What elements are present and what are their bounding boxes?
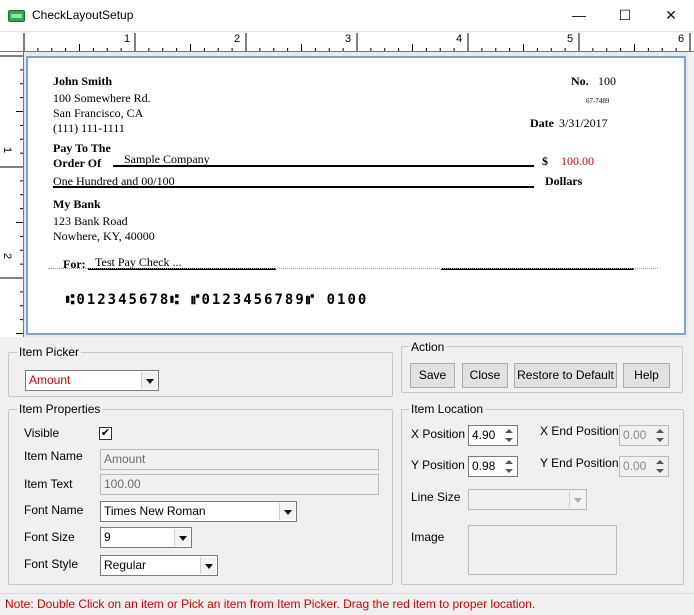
payer-address-line1[interactable]: 100 Somewhere Rd. bbox=[53, 91, 151, 106]
x-end-position-value: 0.00 bbox=[623, 428, 647, 442]
chevron-down-icon[interactable] bbox=[174, 529, 190, 546]
memo-label[interactable]: For: bbox=[63, 257, 86, 272]
item-picker-select[interactable]: Amount bbox=[25, 370, 159, 391]
x-position-value: 4.90 bbox=[472, 428, 496, 442]
spin-down-icon[interactable] bbox=[653, 467, 667, 476]
close-window-button[interactable]: ✕ bbox=[648, 0, 694, 31]
payer-phone[interactable]: (111) 111-1111 bbox=[53, 121, 125, 136]
font-name-select[interactable]: Times New Roman bbox=[100, 501, 297, 522]
check-number-value[interactable]: 100 bbox=[598, 74, 616, 89]
title-bar: CheckLayoutSetup — ☐ ✕ bbox=[0, 0, 694, 32]
micr-guide-line bbox=[48, 268, 658, 269]
item-picker-label: Item Picker bbox=[17, 345, 82, 359]
ruler-label-3: 3 bbox=[345, 33, 352, 45]
chevron-down-icon[interactable] bbox=[279, 503, 295, 520]
date-value[interactable]: 3/31/2017 bbox=[559, 116, 608, 131]
spin-up-icon[interactable] bbox=[653, 427, 667, 436]
routing-fraction[interactable]: 67-7489 bbox=[586, 97, 609, 105]
x-position-label: X Position bbox=[411, 427, 466, 441]
font-size-select[interactable]: 9 bbox=[100, 527, 192, 548]
app-icon bbox=[8, 10, 25, 22]
payer-name[interactable]: John Smith bbox=[53, 74, 112, 89]
window-title: CheckLayoutSetup bbox=[32, 8, 134, 22]
minimize-button[interactable]: — bbox=[556, 0, 602, 31]
font-style-select[interactable]: Regular bbox=[100, 555, 218, 576]
bank-address-line2[interactable]: Nowhere, KY, 40000 bbox=[53, 229, 155, 244]
vertical-ruler: 1 2 bbox=[0, 52, 24, 337]
y-position-spinner[interactable]: 0.98 bbox=[468, 456, 518, 477]
ruler-label-4: 4 bbox=[456, 33, 463, 45]
chevron-down-icon[interactable] bbox=[200, 557, 216, 574]
pay-to-label-line2[interactable]: Order Of bbox=[53, 156, 101, 171]
payee-line[interactable] bbox=[113, 165, 534, 167]
item-location-label: Item Location bbox=[409, 402, 486, 416]
y-position-label: Y Position bbox=[411, 458, 465, 472]
currency-symbol[interactable]: $ bbox=[542, 154, 548, 169]
micr-line[interactable]: ⑆012345678⑆ ⑈0123456789⑈ 0100 bbox=[66, 292, 368, 308]
status-bar: Note: Double Click on an item or Pick an… bbox=[0, 593, 694, 615]
ruler-label-1: 1 bbox=[124, 33, 131, 45]
line-size-label: Line Size bbox=[411, 490, 461, 504]
line-size-select[interactable] bbox=[468, 489, 587, 510]
item-picker-value: Amount bbox=[29, 373, 71, 387]
visible-checkbox[interactable]: ✔ bbox=[99, 427, 112, 440]
pay-to-label-line1[interactable]: Pay To The bbox=[53, 141, 111, 156]
bank-address-line1[interactable]: 123 Bank Road bbox=[53, 214, 128, 229]
bank-name[interactable]: My Bank bbox=[53, 197, 101, 212]
visible-label: Visible bbox=[24, 426, 60, 440]
image-label: Image bbox=[411, 530, 445, 544]
action-label: Action bbox=[409, 340, 447, 354]
item-text-field[interactable]: 100.00 bbox=[100, 474, 379, 495]
amount-value[interactable]: 100.00 bbox=[561, 154, 594, 169]
font-name-label: Font Name bbox=[24, 503, 84, 517]
spin-down-icon[interactable] bbox=[502, 436, 516, 445]
y-end-position-value: 0.00 bbox=[623, 459, 647, 473]
item-properties-label: Item Properties bbox=[17, 402, 103, 416]
font-style-value: Regular bbox=[104, 558, 147, 572]
check-preview[interactable]: John Smith 100 Somewhere Rd. San Francis… bbox=[26, 56, 686, 335]
amount-words-line[interactable] bbox=[53, 186, 534, 188]
ruler-label-2: 2 bbox=[234, 33, 241, 45]
restore-default-button[interactable]: Restore to Default bbox=[514, 363, 617, 388]
chevron-down-icon[interactable] bbox=[141, 372, 157, 389]
ruler-label-v1: 1 bbox=[1, 146, 14, 154]
date-label[interactable]: Date bbox=[530, 116, 554, 131]
save-button[interactable]: Save bbox=[410, 363, 455, 388]
item-name-field[interactable]: Amount bbox=[100, 449, 379, 470]
font-size-label: Font Size bbox=[24, 530, 75, 544]
spin-down-icon[interactable] bbox=[502, 467, 516, 476]
font-style-label: Font Style bbox=[24, 557, 79, 571]
y-end-position-spinner[interactable]: 0.00 bbox=[619, 456, 669, 477]
dollars-label[interactable]: Dollars bbox=[545, 174, 582, 189]
payer-address-line2[interactable]: San Francisco, CA bbox=[53, 106, 143, 121]
horizontal-ruler: 1 2 3 4 5 6 bbox=[0, 32, 694, 52]
font-size-value: 9 bbox=[104, 530, 111, 544]
status-note: Note: Double Click on an item or Pick an… bbox=[5, 597, 536, 611]
check-number-label[interactable]: No. bbox=[571, 74, 589, 89]
item-name-label: Item Name bbox=[24, 449, 83, 463]
x-end-position-label: X End Position bbox=[540, 424, 619, 438]
spin-up-icon[interactable] bbox=[502, 427, 516, 436]
x-end-position-spinner[interactable]: 0.00 bbox=[619, 425, 669, 446]
y-end-position-label: Y End Position bbox=[540, 456, 619, 470]
image-box[interactable] bbox=[468, 525, 617, 575]
y-position-value: 0.98 bbox=[472, 459, 496, 473]
ruler-label-5: 5 bbox=[567, 33, 574, 45]
spin-up-icon[interactable] bbox=[502, 458, 516, 467]
maximize-button[interactable]: ☐ bbox=[602, 0, 648, 31]
font-name-value: Times New Roman bbox=[104, 504, 206, 518]
chevron-down-icon[interactable] bbox=[569, 491, 585, 508]
ruler-label-v2: 2 bbox=[1, 252, 14, 260]
close-button[interactable]: Close bbox=[462, 363, 508, 388]
spin-up-icon[interactable] bbox=[653, 458, 667, 467]
ruler-label-6: 6 bbox=[678, 33, 685, 45]
help-button[interactable]: Help bbox=[623, 363, 670, 388]
vertical-ruler-ticks bbox=[0, 55, 23, 334]
spin-down-icon[interactable] bbox=[653, 436, 667, 445]
item-text-label: Item Text bbox=[24, 477, 73, 491]
x-position-spinner[interactable]: 4.90 bbox=[468, 425, 518, 446]
